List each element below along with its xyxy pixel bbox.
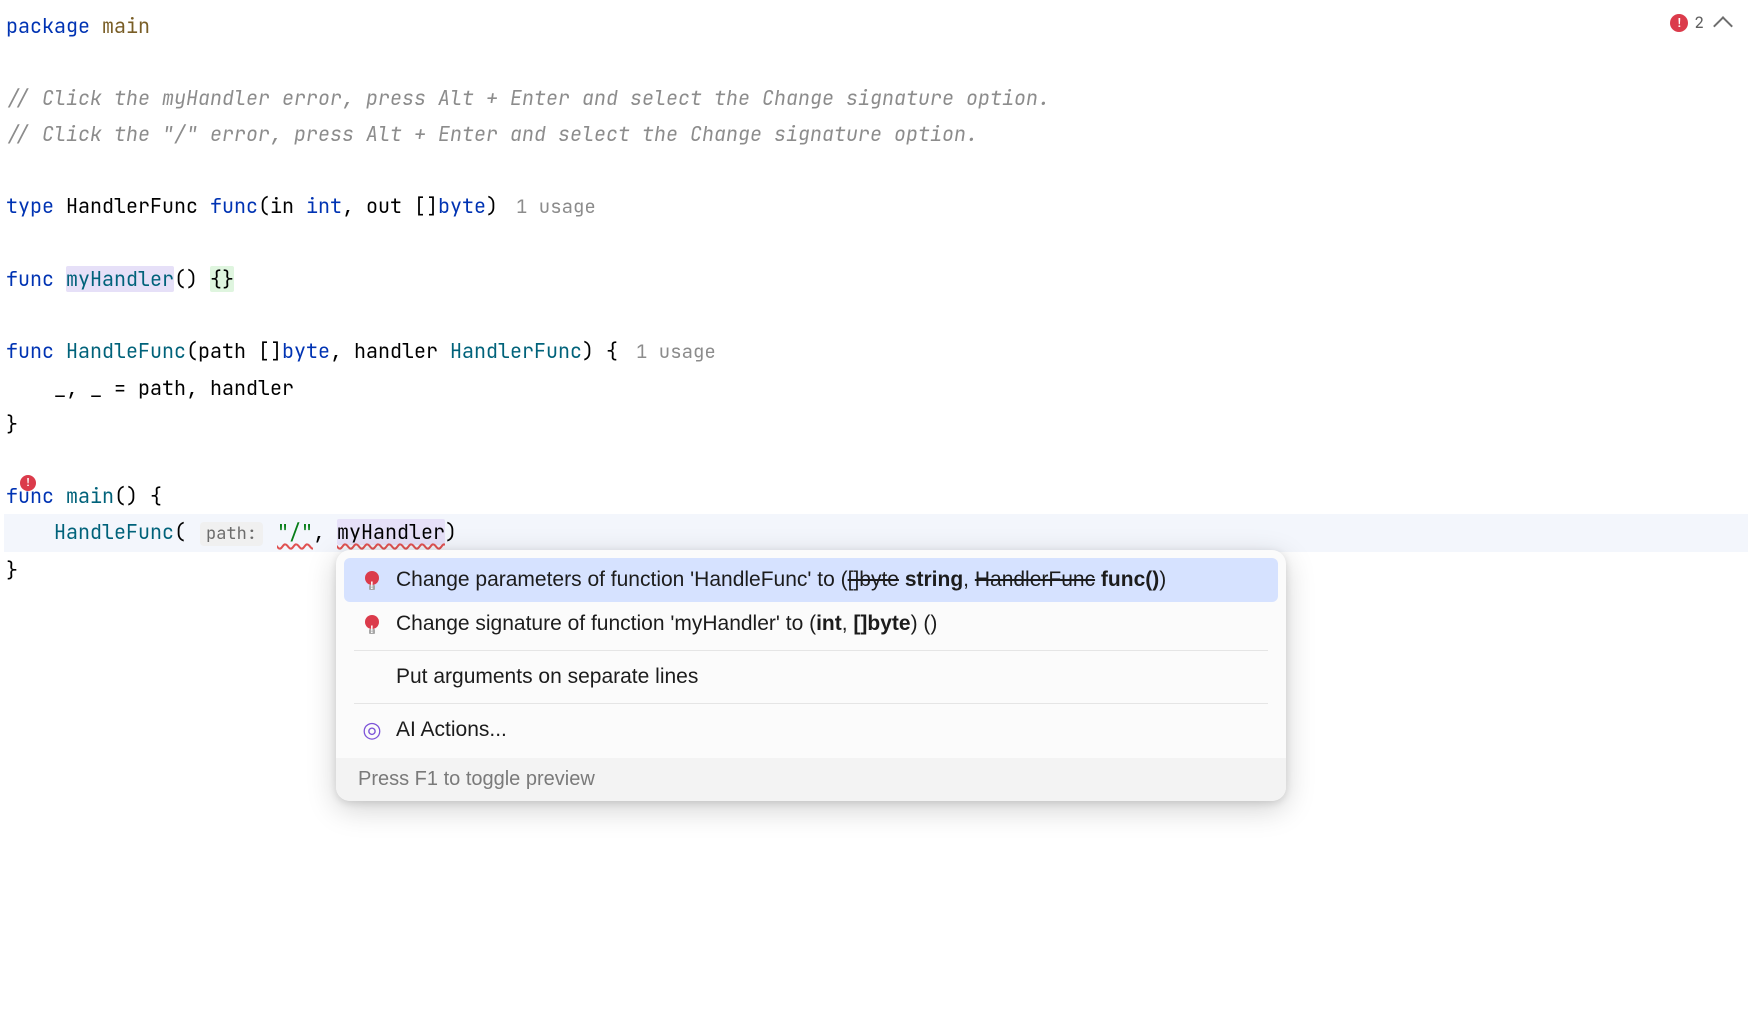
- error-bulb-icon: [363, 615, 381, 633]
- popup-divider: [354, 650, 1268, 651]
- code-line[interactable]: // Click the "/" error, press Alt + Ente…: [4, 116, 1748, 152]
- type: byte: [438, 193, 486, 219]
- error-badge-icon: !: [1670, 14, 1688, 32]
- error-count: 2: [1694, 12, 1704, 33]
- code-line[interactable]: _, _ = path, handler: [4, 370, 1748, 406]
- param-hint: path:: [200, 522, 263, 546]
- ai-icon: ◎: [362, 714, 381, 746]
- keyword: func: [6, 266, 54, 292]
- type: int: [306, 193, 342, 219]
- func-name: HandleFunc: [66, 338, 186, 364]
- code-line[interactable]: [4, 44, 1748, 80]
- func-name: main: [66, 483, 114, 509]
- string-error[interactable]: "/": [277, 519, 313, 545]
- code-line[interactable]: [4, 152, 1748, 188]
- inspection-widget[interactable]: ! 2: [1670, 12, 1730, 33]
- code-text: ) {: [582, 338, 618, 364]
- code-line[interactable]: type HandlerFunc func(in int, out []byte…: [4, 188, 1748, 225]
- code-text: _, _ = path, handler: [6, 375, 294, 401]
- chevron-up-icon[interactable]: [1713, 16, 1733, 36]
- code-line[interactable]: [4, 442, 1748, 478]
- usage-hint[interactable]: 1 usage: [636, 339, 716, 364]
- keyword: func: [210, 193, 258, 219]
- intention-item[interactable]: Change signature of function 'myHandler'…: [344, 602, 1278, 646]
- code-line[interactable]: }: [4, 406, 1748, 442]
- usage-hint[interactable]: 1 usage: [516, 194, 596, 219]
- intention-popup: Change parameters of function 'HandleFun…: [336, 550, 1286, 801]
- code-text: (): [174, 266, 210, 292]
- intention-label: Change parameters of function 'HandleFun…: [396, 564, 1166, 596]
- code-line[interactable]: [4, 225, 1748, 261]
- intention-item[interactable]: Change parameters of function 'HandleFun…: [344, 558, 1278, 602]
- intention-item[interactable]: Put arguments on separate lines: [344, 655, 1278, 699]
- code-line-current[interactable]: HandleFunc( path: "/", myHandler): [4, 514, 1748, 552]
- code-text: }: [6, 557, 18, 583]
- intention-label: AI Actions...: [396, 714, 507, 746]
- comment: // Click the myHandler error, press Alt …: [6, 85, 1050, 111]
- popup-footer: Press F1 to toggle preview: [336, 758, 1286, 801]
- code-text: }: [6, 411, 18, 437]
- type-name: HandlerFunc: [66, 193, 198, 219]
- keyword: package: [6, 13, 90, 39]
- gutter-error-icon[interactable]: !: [20, 475, 36, 491]
- brace: {}: [210, 266, 234, 292]
- code-line[interactable]: // Click the myHandler error, press Alt …: [4, 80, 1748, 116]
- type: byte: [282, 338, 330, 364]
- keyword: type: [6, 193, 54, 219]
- intention-label: Put arguments on separate lines: [396, 661, 698, 693]
- param: handler: [354, 338, 438, 364]
- keyword: func: [6, 338, 54, 364]
- intention-item[interactable]: ◎ AI Actions...: [344, 708, 1278, 752]
- code-editor[interactable]: package main // Click the myHandler erro…: [0, 0, 1748, 588]
- package-name: main: [102, 13, 150, 39]
- comment: // Click the "/" error, press Alt + Ente…: [6, 121, 978, 147]
- popup-divider: [354, 703, 1268, 704]
- intention-label: Change signature of function 'myHandler'…: [396, 608, 937, 640]
- param: path: [198, 338, 246, 364]
- code-line[interactable]: package main: [4, 8, 1748, 44]
- error-bulb-icon: [363, 571, 381, 589]
- param: out: [366, 193, 402, 219]
- func-name: myHandler: [66, 266, 174, 292]
- code-text: () {: [114, 483, 162, 509]
- type: HandlerFunc: [450, 338, 582, 364]
- code-line[interactable]: func main() {: [4, 478, 1748, 514]
- code-line[interactable]: func myHandler() {}: [4, 261, 1748, 297]
- code-line[interactable]: func HandleFunc(path []byte, handler Han…: [4, 333, 1748, 370]
- ident-error[interactable]: myHandler: [337, 519, 445, 545]
- func-call: HandleFunc: [54, 519, 174, 545]
- param: in: [270, 193, 294, 219]
- code-line[interactable]: [4, 297, 1748, 333]
